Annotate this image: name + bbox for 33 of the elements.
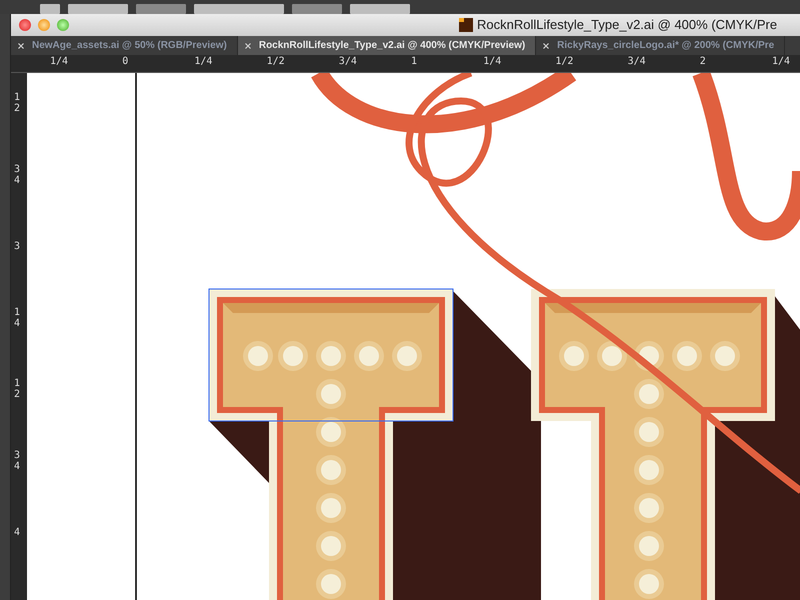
toolbar-field[interactable] <box>292 4 342 14</box>
ruler-label: 1/4 <box>194 56 212 67</box>
ruler-label: 2 <box>700 56 706 67</box>
ruler-label: 1/2 <box>555 56 574 67</box>
ruler-label: 3 4 <box>14 164 20 186</box>
ruler-label: 3/4 <box>628 56 646 67</box>
ruler-label: 0 <box>122 56 128 67</box>
toolbar-field[interactable] <box>194 4 284 14</box>
toolbar-field[interactable] <box>68 4 128 14</box>
ruler-label: 3 4 <box>14 450 20 472</box>
ruler-label: 1/4 <box>483 56 502 67</box>
document-icon <box>459 18 473 32</box>
zoom-button[interactable] <box>57 19 69 31</box>
ruler-label: 1 2 <box>14 378 20 400</box>
close-icon[interactable] <box>543 42 550 48</box>
minimize-button[interactable] <box>38 19 50 31</box>
close-icon[interactable] <box>244 42 251 48</box>
ruler-label: 1 2 <box>14 92 20 114</box>
toolbar-field[interactable] <box>136 4 186 14</box>
ruler-label: 3 <box>14 240 20 252</box>
ruler-label: 4 <box>14 526 20 538</box>
close-button[interactable] <box>19 19 31 31</box>
color-swatch[interactable] <box>40 4 60 14</box>
ruler-label: 1 <box>411 56 418 67</box>
toolbar-field[interactable] <box>350 4 410 14</box>
ruler-label: 1/2 <box>266 56 285 67</box>
document-tab[interactable]: RocknRollLifestyle_Type_v2.ai @ 400% (CMYK/Preview) <box>238 36 536 55</box>
ruler-label: 1/4 <box>772 56 790 67</box>
ruler-label: 1 4 <box>14 306 20 328</box>
ruler-label: 1/4 <box>50 56 68 67</box>
close-icon[interactable] <box>18 42 24 48</box>
window-title: RocknRollLifestyle_Type_v2.ai @ 400% (CMYK/Pre <box>477 17 778 32</box>
ruler-label: 3/4 <box>338 56 357 67</box>
